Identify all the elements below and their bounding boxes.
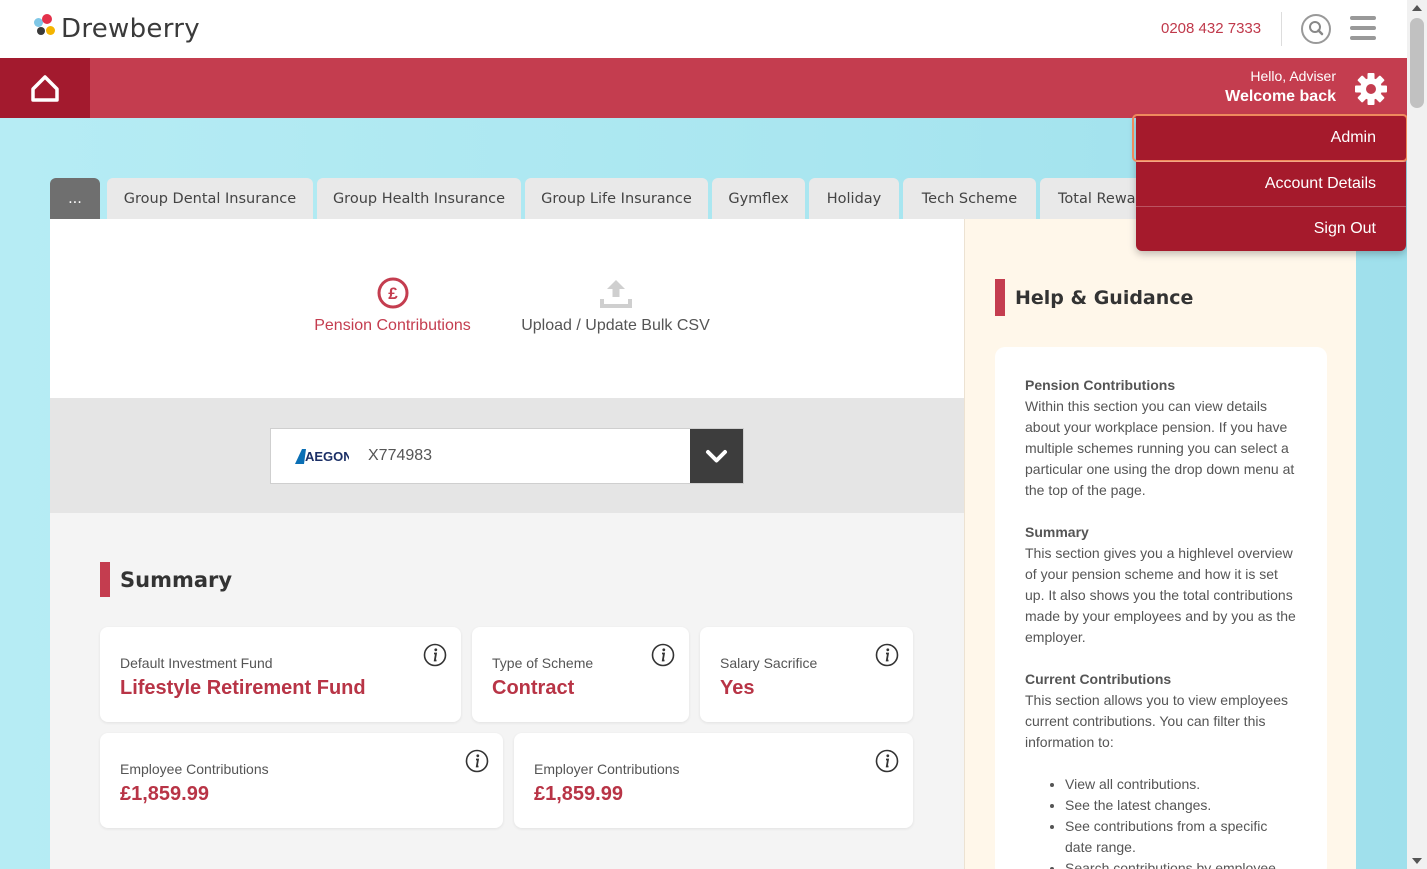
upload-csv-label: Upload / Update Bulk CSV — [521, 317, 710, 334]
pension-contributions-link[interactable]: £ Pension Contributions — [310, 277, 475, 335]
card-label: Default Investment Fund — [120, 655, 273, 671]
scheme-select-band: AEGON X774983 — [50, 398, 964, 513]
menu-item-account-details[interactable]: Account Details — [1136, 161, 1406, 206]
card-value: Contract — [492, 677, 575, 699]
scheme-value: X774983 — [368, 447, 433, 464]
menu-item-sign-out[interactable]: Sign Out — [1136, 206, 1406, 251]
scheme-select[interactable]: AEGON X774983 — [270, 428, 744, 484]
heading-accent-bar — [995, 279, 1005, 316]
help-section-body: This section allows you to view employee… — [1025, 692, 1289, 750]
tab-group-dental-insurance[interactable]: Group Dental Insurance — [107, 178, 313, 219]
info-icon[interactable] — [465, 749, 489, 773]
hamburger-icon — [1350, 16, 1376, 20]
top-header: Drewberry 0208 432 7333 — [0, 0, 1407, 58]
search-icon — [1309, 21, 1324, 36]
help-section-heading: Summary — [1025, 524, 1089, 540]
card-label: Employee Contributions — [120, 761, 269, 777]
aegon-logo: AEGON — [295, 449, 349, 464]
welcome-text: Welcome back — [1225, 88, 1336, 105]
help-bullet-list: View all contributions. See the latest c… — [1065, 774, 1297, 869]
summary-heading: Summary — [100, 562, 232, 597]
summary-card-investment-fund: Default Investment Fund Lifestyle Retire… — [100, 627, 461, 722]
main-panel: £ Pension Contributions Upload / Update … — [50, 219, 964, 869]
help-title: Help & Guidance — [1015, 286, 1194, 309]
help-section-body: Within this section you can view details… — [1025, 398, 1295, 498]
card-value: £1,859.99 — [120, 783, 209, 805]
info-icon[interactable] — [875, 749, 899, 773]
summary-card-employee-contributions: Employee Contributions £1,859.99 — [100, 733, 503, 828]
info-icon[interactable] — [423, 643, 447, 667]
summary-card-employer-contributions: Employer Contributions £1,859.99 — [514, 733, 913, 828]
info-icon[interactable] — [651, 643, 675, 667]
header-divider — [1281, 12, 1282, 46]
help-heading: Help & Guidance — [995, 279, 1193, 316]
menu-button[interactable] — [1350, 16, 1376, 40]
home-button[interactable] — [0, 58, 90, 118]
scroll-up-arrow-icon[interactable] — [1412, 5, 1422, 11]
tab-more[interactable]: ... — [50, 178, 100, 219]
summary-title: Summary — [120, 567, 233, 592]
home-icon — [31, 75, 59, 102]
help-section-heading: Current Contributions — [1025, 671, 1172, 687]
scroll-thumb[interactable] — [1410, 18, 1424, 108]
gear-icon — [1355, 73, 1387, 105]
tab-group-life-insurance[interactable]: Group Life Insurance — [525, 178, 708, 219]
settings-button[interactable] — [1352, 70, 1390, 108]
info-icon[interactable] — [875, 643, 899, 667]
help-panel: Help & Guidance Pension Contributions Wi… — [964, 219, 1356, 869]
card-value: Lifestyle Retirement Fund — [120, 677, 366, 699]
card-label: Type of Scheme — [492, 655, 594, 671]
page-scrollbar[interactable] — [1407, 0, 1427, 869]
list-item: See contributions from a specific date r… — [1065, 816, 1297, 858]
card-label: Employer Contributions — [534, 761, 680, 777]
chevron-down-icon — [706, 450, 727, 463]
help-section-heading: Pension Contributions — [1025, 377, 1176, 393]
svg-text:£: £ — [388, 284, 398, 303]
card-label: Salary Sacrifice — [720, 655, 818, 671]
tab-gymflex[interactable]: Gymflex — [712, 178, 805, 219]
greeting-text: Hello, Adviser — [1250, 68, 1336, 84]
sub-navigation: £ Pension Contributions Upload / Update … — [50, 219, 964, 398]
card-value: Yes — [720, 677, 755, 699]
brand-name: Drewberry — [61, 14, 200, 44]
upload-csv-link[interactable]: Upload / Update Bulk CSV — [518, 277, 713, 335]
svg-text:AEGON: AEGON — [305, 449, 349, 464]
card-value: £1,859.99 — [534, 783, 623, 805]
tab-tech-scheme[interactable]: Tech Scheme — [903, 178, 1036, 219]
help-content: Pension Contributions Within this sectio… — [995, 347, 1327, 869]
list-item: Search contributions by employee. — [1065, 858, 1297, 869]
user-greeting: Hello, Adviser Welcome back — [1225, 68, 1336, 106]
search-button[interactable] — [1301, 14, 1331, 44]
menu-item-admin[interactable]: Admin — [1132, 114, 1408, 162]
list-item: See the latest changes. — [1065, 795, 1297, 816]
scheme-dropdown-button[interactable] — [690, 429, 743, 483]
help-section-body: This section gives you a highlevel overv… — [1025, 545, 1296, 645]
user-dropdown-menu: Admin Account Details Sign Out — [1132, 114, 1408, 251]
heading-accent-bar — [100, 562, 110, 597]
summary-card-scheme-type: Type of Scheme Contract — [472, 627, 689, 722]
tab-total-reward[interactable]: Total Rewa — [1040, 178, 1150, 219]
upload-icon — [599, 280, 632, 308]
list-item: View all contributions. — [1065, 774, 1297, 795]
pension-contributions-label: Pension Contributions — [314, 317, 471, 334]
benefit-tabs: ... Group Dental Insurance Group Health … — [50, 178, 1150, 219]
drewberry-logo[interactable]: Drewberry — [30, 12, 230, 46]
phone-number[interactable]: 0208 432 7333 — [1161, 20, 1261, 37]
tab-group-health-insurance[interactable]: Group Health Insurance — [317, 178, 521, 219]
pound-icon: £ — [377, 277, 408, 309]
account-bar: Hello, Adviser Welcome back — [0, 58, 1407, 118]
summary-card-salary-sacrifice: Salary Sacrifice Yes — [700, 627, 913, 722]
scroll-down-arrow-icon[interactable] — [1412, 858, 1422, 864]
tab-holiday[interactable]: Holiday — [809, 178, 899, 219]
